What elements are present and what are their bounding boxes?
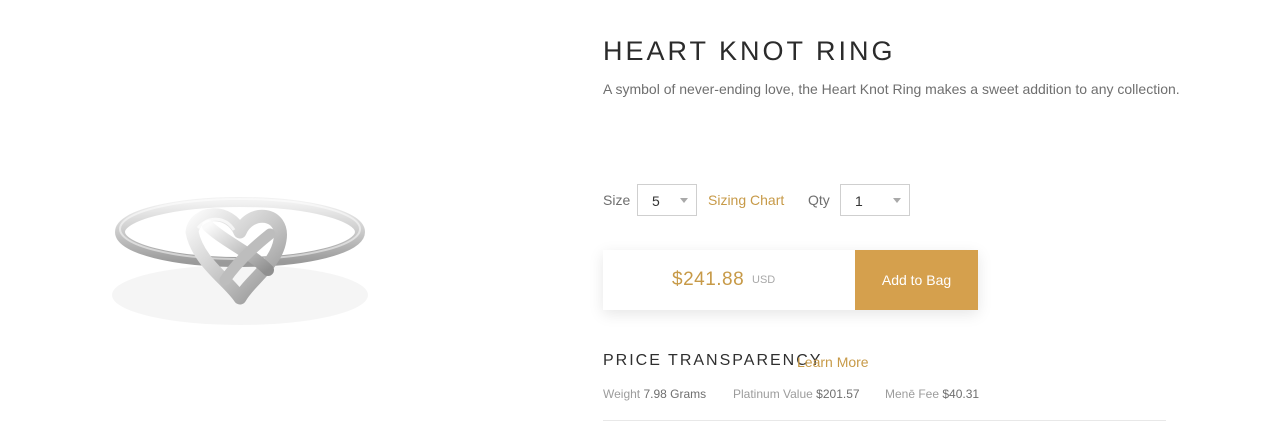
fee-stat: Menē Fee $40.31	[885, 387, 979, 401]
qty-select[interactable]: 1	[840, 184, 910, 216]
product-description: A symbol of never-ending love, the Heart…	[603, 81, 1180, 97]
product-title: HEART KNOT RING	[603, 36, 896, 66]
fee-value: $40.31	[942, 387, 980, 401]
size-select[interactable]: 5	[637, 184, 697, 216]
weight-stat: Weight 7.98 Grams	[603, 387, 706, 401]
qty-label: Qty	[808, 192, 830, 208]
currency: USD	[752, 274, 776, 286]
ring-icon	[112, 197, 368, 325]
learn-more-link[interactable]: Learn More	[797, 354, 869, 370]
sizing-chart-link[interactable]: Sizing Chart	[708, 192, 784, 208]
size-value: 5	[652, 193, 660, 209]
price-transparency-title: PRICE TRANSPARENCY	[603, 352, 823, 369]
purchase-box: $241.88 USD Add to Bag	[603, 250, 978, 310]
platinum-value: $201.57	[816, 387, 860, 401]
fee-label: Menē Fee	[885, 387, 940, 401]
add-to-bag-button[interactable]: Add to Bag	[855, 250, 978, 310]
divider	[603, 420, 1166, 421]
weight-value: 7.98 Grams	[643, 387, 707, 401]
platinum-label: Platinum Value	[733, 387, 813, 401]
chevron-down-icon	[893, 198, 901, 203]
product-image	[100, 170, 380, 340]
chevron-down-icon	[680, 198, 688, 203]
qty-value: 1	[855, 193, 863, 209]
size-label: Size	[603, 192, 631, 208]
price: $241.88	[672, 269, 745, 290]
weight-label: Weight	[603, 387, 641, 401]
platinum-stat: Platinum Value $201.57	[733, 387, 860, 401]
